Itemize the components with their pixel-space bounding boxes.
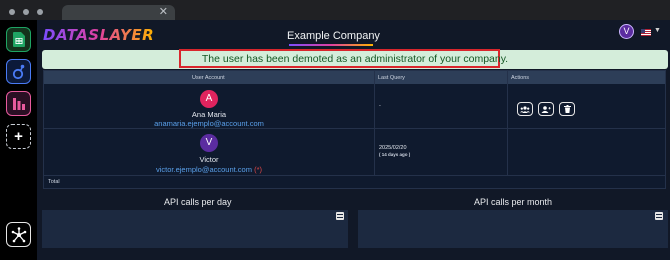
close-tab-icon[interactable]: ✕ <box>159 5 168 20</box>
last-query-ago: ( 14 days ago ) <box>379 152 411 157</box>
success-alert: The user has been demoted as an administ… <box>42 49 668 69</box>
looker-studio-icon <box>12 64 24 80</box>
table-total: Total <box>48 179 60 185</box>
sidebar-rail: + <box>0 20 37 260</box>
google-sheets-icon <box>12 32 25 47</box>
alert-message: The user has been demoted as an administ… <box>201 53 509 65</box>
browser-tab[interactable]: ✕ <box>62 5 175 20</box>
col-last-query: Last Query <box>378 75 405 81</box>
power-bi-button[interactable] <box>6 91 31 116</box>
window-maximize-dot[interactable] <box>37 9 43 15</box>
main-content: DATASLAYER Example Company V ▼ The user … <box>37 20 670 260</box>
user-name: Ana Maria <box>191 110 227 119</box>
promote-admin-button[interactable] <box>538 102 554 116</box>
hub-button[interactable] <box>6 222 31 247</box>
row-divider <box>44 128 665 129</box>
column-divider <box>507 71 508 176</box>
user-email[interactable]: victor.ejemplo@account.com (*) <box>44 165 374 174</box>
users-table: User Account Last Query Actions A Ana Ma… <box>43 70 666 189</box>
power-bi-icon <box>12 97 25 110</box>
company-title: Example Company <box>287 30 380 42</box>
row-divider <box>44 175 665 176</box>
table-header: User Account Last Query Actions <box>44 71 665 84</box>
looker-studio-button[interactable] <box>6 59 31 84</box>
col-actions: Actions <box>511 75 530 81</box>
trash-icon <box>563 105 571 113</box>
browser-chrome: ✕ <box>0 0 670 20</box>
users-group-icon <box>520 105 530 113</box>
delete-user-button[interactable] <box>559 102 575 116</box>
us-flag-icon[interactable] <box>641 29 651 36</box>
user-avatar-menu[interactable]: V <box>619 24 634 39</box>
manage-group-button[interactable] <box>517 102 533 116</box>
network-hub-icon <box>11 226 26 242</box>
api-calls-month-chart <box>358 210 668 248</box>
chart-title-day: API calls per day <box>164 197 232 207</box>
required-marker: (*) <box>254 165 262 174</box>
chart-menu-icon[interactable] <box>336 212 344 220</box>
window-minimize-dot[interactable] <box>23 9 29 15</box>
last-query-value: - <box>379 103 381 109</box>
last-query-date: 2025/02/20 <box>379 145 407 151</box>
api-calls-day-chart <box>42 210 348 248</box>
language-caret-icon[interactable]: ▼ <box>654 27 661 34</box>
plus-icon: + <box>14 128 23 145</box>
chart-menu-icon[interactable] <box>655 212 663 220</box>
user-name: Victor <box>199 155 219 164</box>
column-divider <box>374 71 375 176</box>
google-sheets-button[interactable] <box>6 27 31 52</box>
company-title-underline <box>289 44 373 46</box>
user-avatar: V <box>200 134 218 152</box>
user-avatar: A <box>200 90 218 108</box>
dataslayer-logo: DATASLAYER <box>43 26 155 44</box>
user-email[interactable]: anamaria.ejemplo@account.com <box>44 119 374 128</box>
col-user-account: User Account <box>192 75 225 81</box>
user-plus-icon <box>541 105 551 113</box>
add-connector-button[interactable]: + <box>6 124 31 149</box>
window-close-dot[interactable] <box>9 9 15 15</box>
chart-title-month: API calls per month <box>474 197 553 207</box>
